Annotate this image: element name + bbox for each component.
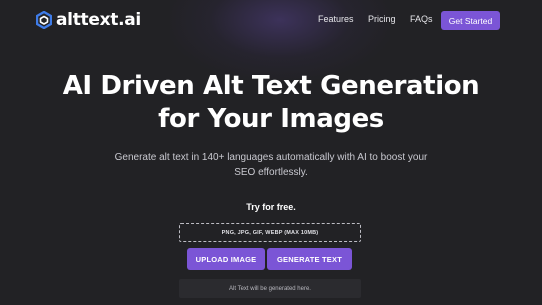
hero-subtitle-line-1: Generate alt text in 140+ languages auto…: [114, 152, 428, 163]
site-header: alttext.ai Features Pricing FAQs Get Sta…: [0, 0, 542, 42]
get-started-button[interactable]: Get Started: [441, 11, 500, 30]
nav-link-pricing[interactable]: Pricing: [368, 14, 396, 24]
alt-text-output: Alt Text will be generated here.: [179, 279, 361, 298]
brand-name: alttext.ai: [56, 10, 141, 30]
hero-title: AI Driven Alt Text Generation for Your I…: [0, 70, 542, 136]
hero-subtitle-line-2: SEO effortlessly.: [234, 167, 308, 178]
upload-image-button[interactable]: UPLOAD IMAGE: [187, 248, 265, 270]
nav-link-faqs[interactable]: FAQs: [410, 14, 433, 24]
generate-text-button[interactable]: GENERATE TEXT: [267, 248, 352, 270]
nav-link-features[interactable]: Features: [318, 14, 354, 24]
logo[interactable]: alttext.ai: [36, 11, 141, 29]
hero-title-line-2: for Your Images: [158, 104, 384, 134]
try-for-free-label: Try for free.: [246, 202, 296, 212]
hero-subtitle: Generate alt text in 140+ languages auto…: [100, 150, 442, 180]
hexagon-logo-icon: [36, 11, 52, 29]
hero-title-line-1: AI Driven Alt Text Generation: [62, 71, 480, 101]
image-dropzone[interactable]: PNG, JPG, GIF, WEBP (MAX 10MB): [179, 223, 361, 242]
